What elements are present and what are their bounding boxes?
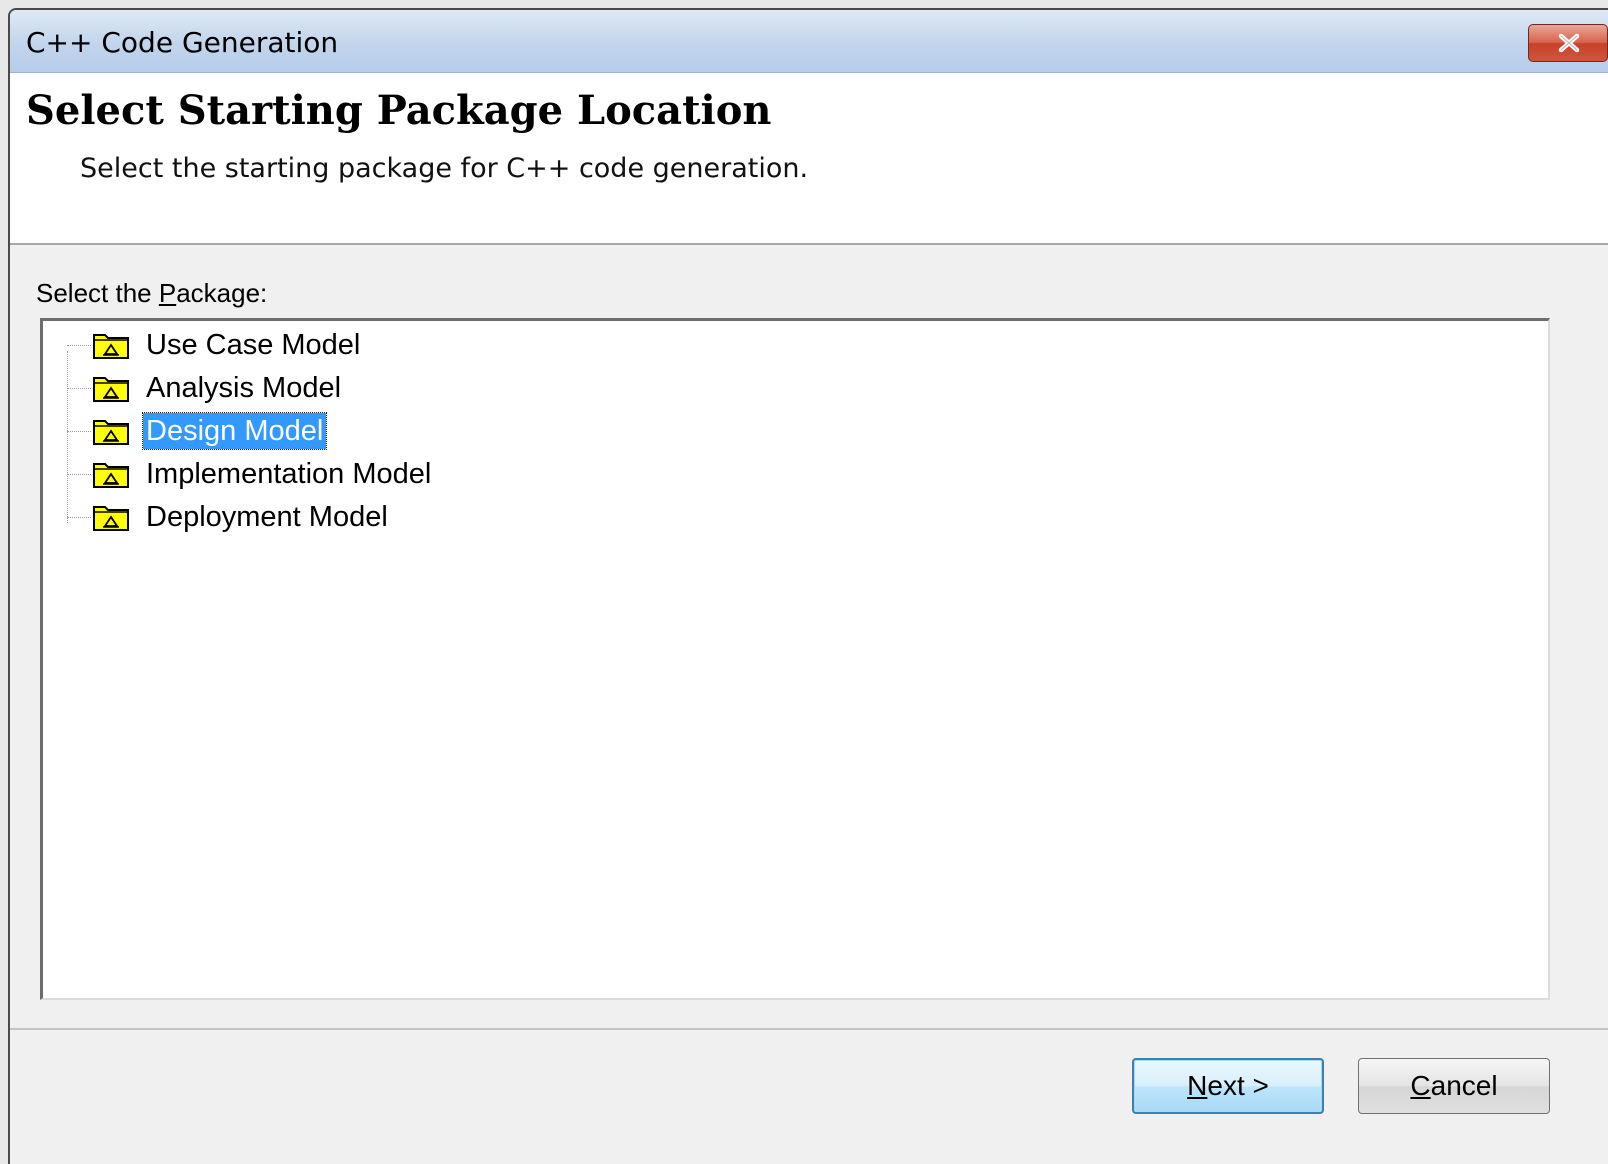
tree-item-label: Analysis Model bbox=[146, 372, 342, 404]
window-title: C++ Code Generation bbox=[26, 26, 339, 59]
package-label-mnemonic: P bbox=[158, 278, 177, 308]
tree-item-label: Implementation Model bbox=[146, 458, 432, 490]
tree-item-label: Deployment Model bbox=[146, 501, 388, 533]
close-button[interactable] bbox=[1528, 24, 1608, 62]
package-label: Select the Package: bbox=[36, 278, 267, 309]
cancel-button-label: ancel bbox=[1430, 1070, 1498, 1101]
title-bar[interactable]: C++ Code Generation bbox=[10, 10, 1608, 73]
tree-connector bbox=[67, 351, 68, 523]
cancel-button-mnemonic: C bbox=[1410, 1070, 1431, 1101]
tree-item-label-selected: Design Model bbox=[141, 412, 328, 450]
close-icon bbox=[1558, 33, 1580, 53]
tree-item-design-model[interactable]: Design Model bbox=[67, 411, 328, 451]
tree-connector bbox=[67, 345, 91, 346]
tree-item-analysis-model[interactable]: Analysis Model bbox=[67, 368, 344, 408]
cancel-button[interactable]: Cancel bbox=[1358, 1058, 1550, 1114]
page-subtitle: Select the starting package for C++ code… bbox=[80, 153, 809, 184]
next-button[interactable]: Next > bbox=[1132, 1058, 1324, 1114]
tree-connector bbox=[67, 517, 91, 518]
dialog-window: C++ Code Generation Select Starting Pack… bbox=[8, 8, 1608, 1164]
tree-item-deployment-model[interactable]: Deployment Model bbox=[67, 497, 391, 537]
package-folder-icon bbox=[93, 506, 129, 531]
next-button-label: ext > bbox=[1207, 1070, 1269, 1101]
tree-item-implementation-model[interactable]: Implementation Model bbox=[67, 454, 434, 494]
page-title: Select Starting Package Location bbox=[26, 87, 772, 134]
footer-divider bbox=[10, 1028, 1608, 1030]
package-label-prefix: Select the bbox=[36, 278, 159, 308]
tree-connector bbox=[67, 474, 91, 475]
package-folder-icon bbox=[93, 334, 129, 359]
package-tree[interactable]: Use Case Model Analysis Model Design Mod… bbox=[40, 318, 1550, 1000]
wizard-header: Select Starting Package Location Select … bbox=[10, 73, 1608, 245]
package-label-suffix: ackage: bbox=[176, 278, 268, 308]
package-folder-icon bbox=[93, 463, 129, 488]
package-folder-icon bbox=[93, 420, 129, 445]
tree-item-use-case-model[interactable]: Use Case Model bbox=[67, 325, 363, 365]
tree-connector bbox=[67, 388, 91, 389]
package-folder-icon bbox=[93, 377, 129, 402]
next-button-mnemonic: N bbox=[1187, 1070, 1208, 1101]
tree-item-label: Use Case Model bbox=[146, 329, 361, 361]
tree-connector bbox=[67, 431, 91, 432]
